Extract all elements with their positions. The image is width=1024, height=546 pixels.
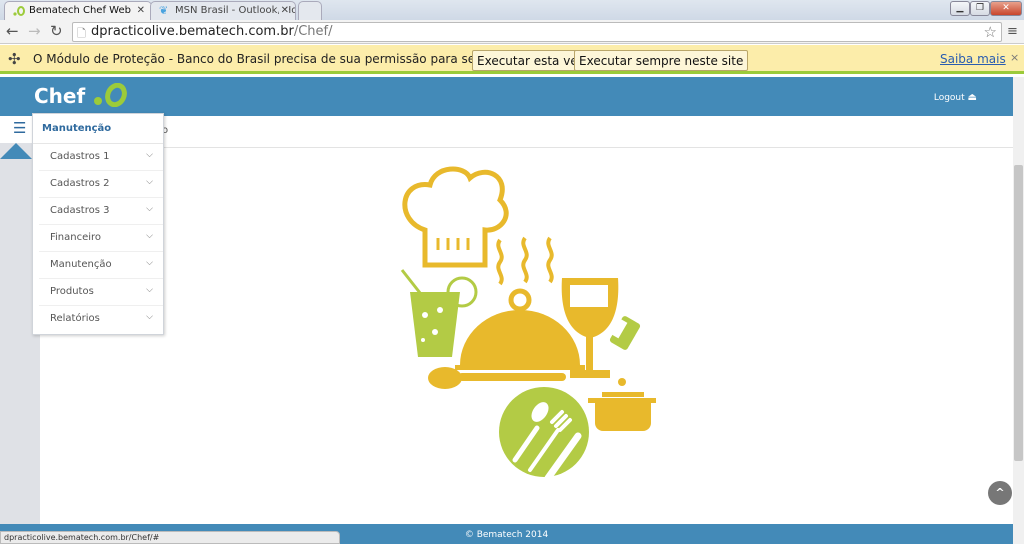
menu-title: Manutenção bbox=[33, 114, 163, 144]
forward-icon[interactable]: → bbox=[28, 23, 41, 40]
restore-button[interactable]: ❐ bbox=[970, 1, 990, 16]
tab-bematech-chef[interactable]: Bematech Chef Web ✕ bbox=[4, 1, 152, 20]
divider bbox=[40, 147, 1013, 148]
chevron-down-icon: ⌵ bbox=[146, 312, 153, 322]
chevron-down-icon: ⌵ bbox=[146, 177, 153, 187]
app-header: Chef Logout ⏏ bbox=[0, 77, 1013, 116]
menu-item-label: Relatórios bbox=[50, 313, 100, 324]
logo-mark-icon bbox=[94, 82, 128, 108]
chef-logo[interactable]: Chef bbox=[34, 82, 128, 108]
menu-icon[interactable]: ≡ bbox=[1007, 23, 1018, 40]
menu-item-label: Cadastros 1 bbox=[50, 151, 110, 162]
reload-icon[interactable]: ↻ bbox=[50, 23, 63, 40]
close-tab-icon[interactable]: ✕ bbox=[278, 5, 289, 16]
run-always-button[interactable]: Executar sempre neste site bbox=[574, 50, 749, 71]
bookmark-star-icon[interactable]: ☆ bbox=[984, 23, 997, 41]
menu-item-cadastros-2[interactable]: Cadastros 2 ⌵ bbox=[39, 171, 163, 198]
menu-item-cadastros-1[interactable]: Cadastros 1 ⌵ bbox=[39, 144, 163, 171]
menu-item-manutencao[interactable]: Manutenção ⌵ bbox=[39, 252, 163, 279]
tab-label: Bematech Chef Web bbox=[29, 5, 131, 16]
logout-label: Logout bbox=[933, 93, 965, 103]
sidebar-arrow bbox=[0, 143, 32, 159]
scroll-to-top-button[interactable]: ^ bbox=[988, 481, 1012, 505]
learn-more-link[interactable]: Saiba mais bbox=[940, 52, 1006, 66]
close-window-button[interactable]: ✕ bbox=[990, 1, 1022, 16]
plate-cutlery-icon bbox=[499, 387, 589, 480]
chevron-down-icon: ⌵ bbox=[146, 150, 153, 160]
navigation-dropdown: Manutenção Cadastros 1 ⌵ Cadastros 2 ⌵ Cad… bbox=[32, 113, 164, 335]
msn-favicon-icon: ❦ bbox=[159, 4, 169, 17]
close-tab-icon[interactable]: ✕ bbox=[137, 5, 145, 16]
tab-msn[interactable]: ❦ MSN Brasil - Outlook, Hot ✕ bbox=[150, 1, 296, 20]
chevron-down-icon: ⌵ bbox=[146, 258, 153, 268]
menu-item-relatorios[interactable]: Relatórios ⌵ bbox=[39, 306, 163, 333]
menu-item-label: Produtos bbox=[50, 286, 94, 297]
back-icon[interactable]: ← bbox=[6, 23, 19, 40]
menu-item-cadastros-3[interactable]: Cadastros 3 ⌵ bbox=[39, 198, 163, 225]
new-tab-button[interactable] bbox=[298, 1, 322, 20]
browser-tab-bar: Bematech Chef Web ✕ ❦ MSN Brasil - Outlo… bbox=[0, 0, 1024, 20]
logout-icon: ⏏ bbox=[967, 92, 977, 103]
scrollbar-thumb[interactable] bbox=[1014, 165, 1023, 461]
steam-icon bbox=[496, 236, 554, 286]
browser-toolbar: ← → ↻ 🗋 dpracticolive.bematech.com.br/Ch… bbox=[0, 20, 1024, 44]
address-bar[interactable]: 🗋 dpracticolive.bematech.com.br/Chef/ ☆ bbox=[72, 22, 1002, 42]
chevron-down-icon: ⌵ bbox=[146, 285, 153, 295]
menu-item-label: Cadastros 3 bbox=[50, 205, 110, 216]
menu-item-label: Financeiro bbox=[50, 232, 102, 243]
menu-item-financeiro[interactable]: Financeiro ⌵ bbox=[39, 225, 163, 252]
logo-text: Chef bbox=[34, 84, 86, 108]
menu-item-label: Manutenção bbox=[50, 259, 112, 270]
minimize-button[interactable]: ▁ bbox=[950, 1, 970, 16]
chevron-down-icon: ⌵ bbox=[146, 204, 153, 214]
menu-item-label: Cadastros 2 bbox=[50, 178, 110, 189]
spoon-icon bbox=[428, 367, 566, 389]
url-path: /Chef/ bbox=[293, 24, 333, 39]
salt-shaker-icon bbox=[608, 316, 641, 350]
food-illustration bbox=[400, 166, 656, 480]
url-host: dpracticolive.bematech.com.br bbox=[91, 24, 294, 39]
page-icon: 🗋 bbox=[77, 27, 86, 40]
plugin-infobar: ✣ O Módulo de Proteção - Banco do Brasil… bbox=[0, 45, 1024, 74]
menu-item-produtos[interactable]: Produtos ⌵ bbox=[39, 279, 163, 306]
chevron-up-icon: ^ bbox=[995, 486, 1005, 499]
chef-favicon-icon bbox=[13, 6, 25, 16]
logout-button[interactable]: Logout ⏏ bbox=[934, 92, 977, 103]
puzzle-icon: ✣ bbox=[8, 50, 21, 68]
run-once-button[interactable]: Executar esta vez bbox=[472, 50, 589, 71]
list-icon: ☰ bbox=[13, 119, 27, 137]
status-bar-url: dpracticolive.bematech.com.br/Chef/# bbox=[0, 531, 340, 544]
chef-hat-icon bbox=[402, 166, 509, 268]
pot-icon bbox=[588, 378, 656, 431]
menu-toggle-button[interactable]: ☰ bbox=[0, 116, 32, 143]
chevron-down-icon: ⌵ bbox=[146, 231, 153, 241]
close-infobar-icon[interactable]: × bbox=[1010, 51, 1019, 64]
